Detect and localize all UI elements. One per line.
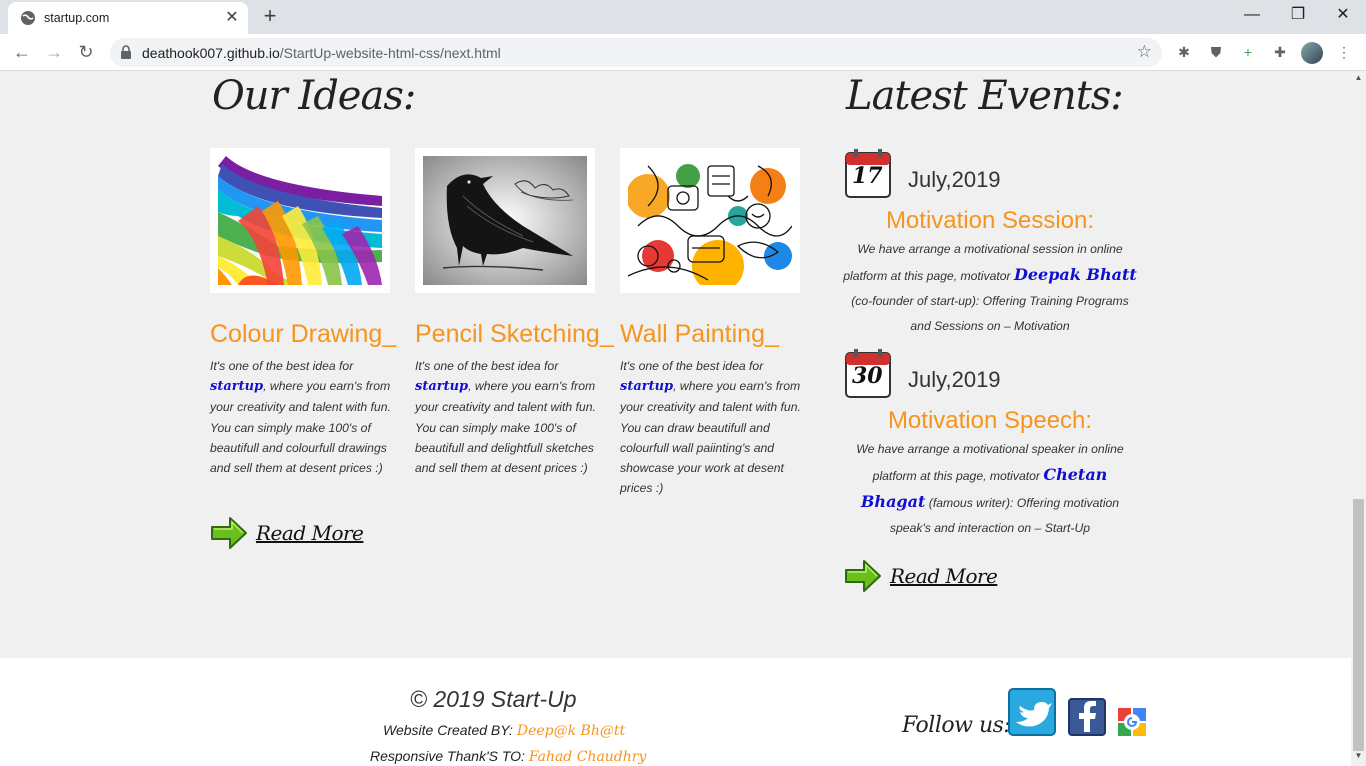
doodle-wall-illustration	[628, 156, 792, 285]
wall-painting-image	[620, 148, 800, 293]
event-day: 17	[852, 163, 883, 189]
event-title: Motivation Speech:	[887, 407, 1093, 434]
thanks-line: Responsive Thank'S TO: Fahad Chaudhry	[370, 748, 647, 765]
green-arrow-icon	[211, 517, 247, 549]
close-tab-icon[interactable]: ✕	[222, 8, 242, 28]
extension-plus-icon[interactable]: +	[1238, 42, 1258, 62]
motivator-name: Deepak Bhatt	[1013, 265, 1137, 284]
green-arrow-icon	[845, 560, 881, 592]
browser-tab[interactable]: startup.com ✕	[8, 2, 248, 34]
event-description: We have arrange a motivational session i…	[843, 242, 1137, 333]
facebook-icon[interactable]	[1068, 698, 1106, 736]
google-icon[interactable]	[1117, 707, 1147, 737]
forward-arrow-icon[interactable]: →	[40, 38, 68, 66]
event-day: 30	[852, 363, 883, 389]
browser-tab-strip: startup.com ✕ + — ❐ ✕	[0, 0, 1366, 34]
menu-kebab-icon[interactable]: ⋮	[1334, 42, 1354, 62]
tab-title: startup.com	[44, 11, 110, 25]
scroll-down-arrow-icon[interactable]: ▼	[1351, 751, 1366, 763]
crow-sketch-illustration	[423, 156, 587, 285]
extensions-puzzle-icon[interactable]: ✚	[1270, 42, 1290, 62]
startup-brand-text: startup	[620, 379, 674, 395]
idea-description: It's one of the best idea for startup, w…	[210, 359, 391, 476]
ideas-heading: Our Ideas:	[212, 73, 416, 119]
profile-avatar[interactable]	[1301, 42, 1323, 64]
browser-toolbar: ← → ↻ deathook007.github.io/StartUp-webs…	[0, 34, 1366, 71]
copyright-text: © 2019 Start-Up	[410, 686, 577, 712]
events-heading: Latest Events:	[846, 73, 1124, 119]
vertical-scrollbar[interactable]: ▲ ▼	[1351, 71, 1366, 766]
address-bar[interactable]: deathook007.github.io/StartUp-website-ht…	[110, 38, 1162, 67]
extension-shield-icon[interactable]: ⛊	[1206, 42, 1226, 62]
event-title: Motivation Session:	[885, 207, 1095, 234]
idea-description: It's one of the best idea for startup, w…	[620, 359, 801, 496]
idea-description: It's one of the best idea for startup, w…	[415, 359, 596, 476]
page-footer: © 2019 Start-Up Website Created BY: Deep…	[0, 658, 1351, 766]
extension-bug-icon[interactable]: ✱	[1174, 42, 1194, 62]
event-month: July,2019	[908, 167, 1001, 192]
event-description: We have arrange a motivational speaker i…	[856, 442, 1124, 535]
follow-us-label: Follow us:	[902, 713, 1011, 738]
restore-icon[interactable]: ❐	[1275, 0, 1321, 32]
bookmark-star-icon[interactable]: ☆	[1137, 42, 1152, 62]
rainbow-pencils-illustration	[218, 156, 382, 285]
startup-brand-text: startup	[415, 379, 469, 395]
read-more-label[interactable]: Read More	[890, 564, 998, 588]
event-month: July,2019	[908, 367, 1001, 392]
colour-drawing-image	[210, 148, 390, 293]
pencil-sketching-image	[415, 148, 595, 293]
page-viewport: Our Ideas: Colour Drawing_ Pencil Sketch…	[0, 71, 1351, 766]
close-window-icon[interactable]: ✕	[1320, 0, 1366, 32]
created-by-line: Website Created BY: Deep@k Bh@tt	[383, 722, 626, 739]
globe-icon	[21, 11, 35, 25]
idea-title-colour-drawing: Colour Drawing_	[210, 320, 397, 348]
url-text: deathook007.github.io/StartUp-website-ht…	[142, 45, 501, 61]
read-more-label[interactable]: Read More	[256, 521, 364, 545]
creator-name: Deep@k Bh@tt	[516, 723, 626, 739]
minimize-icon[interactable]: —	[1229, 0, 1275, 32]
thanks-name: Fahad Chaudhry	[528, 749, 647, 765]
idea-title-wall-painting: Wall Painting_	[620, 320, 779, 348]
twitter-icon[interactable]	[1008, 688, 1056, 736]
startup-brand-text: startup	[210, 379, 264, 395]
idea-title-pencil-sketching: Pencil Sketching_	[415, 320, 614, 348]
events-read-more-link[interactable]: Read More	[844, 558, 998, 594]
reload-icon[interactable]: ↻	[72, 38, 100, 66]
scroll-up-arrow-icon[interactable]: ▲	[1351, 73, 1366, 85]
lock-icon	[121, 45, 131, 59]
ideas-read-more-link[interactable]: Read More	[210, 515, 364, 551]
new-tab-icon[interactable]: +	[258, 5, 282, 29]
scrollbar-thumb[interactable]	[1353, 499, 1364, 751]
back-arrow-icon[interactable]: ←	[8, 38, 36, 66]
